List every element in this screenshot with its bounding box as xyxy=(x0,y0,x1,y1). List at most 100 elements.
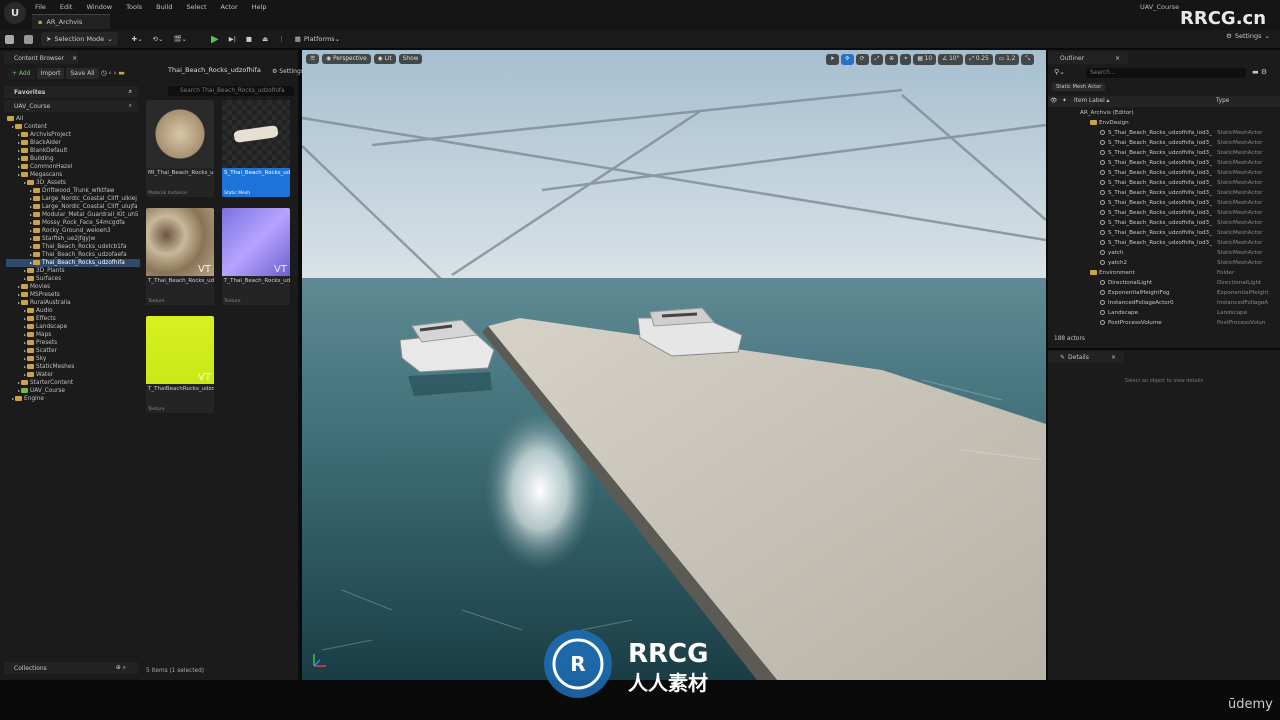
folder-tree-item[interactable]: ▸ Mossy_Rock_Face_S4mcgdfa xyxy=(6,219,140,227)
expand-arrow-icon[interactable]: ▸ xyxy=(30,204,32,209)
outliner-row[interactable]: EnvDesign xyxy=(1048,118,1276,128)
asset-tile[interactable]: MI_Thai_Beach_Rocks_udzofhifa_2K Material… xyxy=(146,100,214,197)
selection-mode-dropdown[interactable]: ➤ Selection Mode ⌄ xyxy=(41,32,118,46)
select-tool-icon[interactable]: ➤ xyxy=(826,54,839,65)
expand-arrow-icon[interactable]: ▸ xyxy=(24,348,26,353)
level-viewport[interactable]: ☰ ◉ Perspective ◉ Lit Show ➤ ✥ ⟳ ⤢ ⊕ ⌖ ▦… xyxy=(302,50,1046,680)
asset-tile[interactable]: VT T_Thai_Beach_Rocks_udzofhifa_2K_D Textu… xyxy=(146,208,214,305)
outliner-row[interactable]: DirectionalLight DirectionalLight xyxy=(1048,278,1276,288)
collections-header[interactable]: Collections ⊕ ⌕ xyxy=(4,662,138,674)
menu-item-help[interactable]: Help xyxy=(245,3,274,11)
expand-arrow-icon[interactable]: ▸ xyxy=(12,396,14,401)
forward-icon[interactable]: › xyxy=(113,69,116,77)
outliner-row[interactable]: S_Thai_Beach_Rocks_udzofhifa_lod3_ Static… xyxy=(1048,198,1276,208)
folder-tree-item[interactable]: ▸ 3D_Plants xyxy=(6,267,140,275)
close-icon[interactable]: × xyxy=(1115,55,1120,62)
play-options-button[interactable]: ⋮ xyxy=(273,32,290,46)
expand-arrow-icon[interactable]: ▸ xyxy=(18,140,20,145)
filter-chip[interactable]: Static Mesh Actor xyxy=(1052,83,1106,91)
item-label-column[interactable]: Item Label ▴ xyxy=(1074,98,1109,104)
expand-arrow-icon[interactable]: ▸ xyxy=(30,228,32,233)
folder-tree-item[interactable]: All xyxy=(6,115,140,123)
folder-tree-item[interactable]: ▸ Surfaces xyxy=(6,275,140,283)
search-icon[interactable]: ⌕ xyxy=(129,88,132,96)
perspective-button[interactable]: ◉ Perspective xyxy=(322,54,371,64)
translate-tool-icon[interactable]: ✥ xyxy=(840,54,854,65)
favorites-header[interactable]: Favorites ⌕ xyxy=(4,86,138,98)
folder-tree-item[interactable]: ▸ ArchvisProject xyxy=(6,131,140,139)
platforms-dropdown[interactable]: ▦ Platforms ⌄ xyxy=(290,32,345,46)
expand-arrow-icon[interactable]: ▸ xyxy=(30,220,32,225)
save-all-button[interactable]: Save All xyxy=(66,67,99,79)
folder-tree-item[interactable]: ▸ BlackAlder xyxy=(6,139,140,147)
project-header[interactable]: UAV_Course ⌕ xyxy=(4,100,138,112)
outliner-row[interactable]: S_Thai_Beach_Rocks_udzofhifa_lod3_ Static… xyxy=(1048,168,1276,178)
outliner-row[interactable]: Environment Folder xyxy=(1048,268,1276,278)
pin-icon[interactable]: ✦ xyxy=(1062,98,1067,104)
expand-arrow-icon[interactable]: ▸ xyxy=(18,284,20,289)
expand-arrow-icon[interactable]: ▸ xyxy=(30,196,32,201)
tab-outliner[interactable]: Outliner × xyxy=(1048,52,1128,64)
asset-tile[interactable]: VT T_Thai_Beach_Rocks_udzofhifa_2K_N Textu… xyxy=(222,208,290,305)
scale-tool-icon[interactable]: ⤢ xyxy=(870,54,884,65)
folder-tree-item[interactable]: ▸ Engine xyxy=(6,395,140,403)
close-icon[interactable]: × xyxy=(1111,354,1116,361)
outliner-row[interactable]: PostProcessVolume PostProcessVolun xyxy=(1048,318,1276,328)
menu-item-build[interactable]: Build xyxy=(149,3,179,11)
expand-arrow-icon[interactable]: ▸ xyxy=(18,300,20,305)
expand-arrow-icon[interactable]: ▸ xyxy=(24,316,26,321)
outliner-row[interactable]: S_Thai_Beach_Rocks_udzofhifa_lod3_ Static… xyxy=(1048,208,1276,218)
folder-tree-item[interactable]: ▸ Effects xyxy=(6,315,140,323)
outliner-row[interactable]: AR_Archvis (Editor) xyxy=(1048,108,1276,118)
rotation-snap-button[interactable]: ∠ 10° xyxy=(938,54,964,65)
document-tab[interactable]: ▪ AR_Archvis xyxy=(32,14,110,29)
expand-arrow-icon[interactable]: ▸ xyxy=(30,244,32,249)
folder-tree-item[interactable]: ▸ StarterContent xyxy=(6,379,140,387)
add-button[interactable]: + Add xyxy=(8,67,35,79)
expand-arrow-icon[interactable]: ▸ xyxy=(18,132,20,137)
folder-tree-item[interactable]: ▸ Thai_Beach_Rocks_udzofhifa xyxy=(6,259,140,267)
folder-tree-item[interactable]: ▸ Large_Nordic_Coastal_Cliff_ulujfa xyxy=(6,203,140,211)
stop-button[interactable]: ■ xyxy=(241,32,257,46)
folder-tree-item[interactable]: ▸ Landscape xyxy=(6,323,140,331)
outliner-row[interactable]: Landscape Landscape xyxy=(1048,308,1276,318)
unreal-logo-icon[interactable]: U xyxy=(4,2,26,24)
expand-arrow-icon[interactable]: ▸ xyxy=(24,356,26,361)
folder-tree-item[interactable]: ▸ Water xyxy=(6,371,140,379)
folder-tree-item[interactable]: ▸ Content xyxy=(6,123,140,131)
outliner-row[interactable]: InstancedFoliageActor0 InstancedFoliageA xyxy=(1048,298,1276,308)
content-icon[interactable] xyxy=(19,32,38,46)
add-collection-icon[interactable]: ⊕ ⌕ xyxy=(116,664,126,672)
step-button[interactable]: ▶︎| xyxy=(224,32,241,46)
tab-content-browser[interactable]: Content Browser × xyxy=(4,52,78,64)
cb-settings-button[interactable]: ⚙ Settings xyxy=(272,68,304,75)
folder-tree-item[interactable]: ▸ BlankDefault xyxy=(6,147,140,155)
history-icon[interactable]: ◷ xyxy=(101,69,107,77)
world-local-icon[interactable]: ⊕ xyxy=(885,54,899,65)
outliner-search-input[interactable]: Search... xyxy=(1086,68,1246,78)
expand-arrow-icon[interactable]: ▸ xyxy=(24,324,26,329)
expand-arrow-icon[interactable]: ▸ xyxy=(18,380,20,385)
path-breadcrumb[interactable]: Thai_Beach_Rocks_udzofhifa xyxy=(168,66,261,74)
sequencer-icon[interactable]: 🎬⌄ xyxy=(168,32,192,46)
expand-arrow-icon[interactable]: ▸ xyxy=(30,236,32,241)
expand-arrow-icon[interactable]: ▸ xyxy=(18,292,20,297)
folder-tree-item[interactable]: ▸ Megascans xyxy=(6,171,140,179)
settings-button[interactable]: ⚙ Settings ⌄ xyxy=(1226,32,1270,40)
outliner-row[interactable]: S_Thai_Beach_Rocks_udzofhifa_lod3_ Static… xyxy=(1048,178,1276,188)
folder-tree-item[interactable]: ▸ CommonHazel xyxy=(6,163,140,171)
outliner-row[interactable]: S_Thai_Beach_Rocks_udzofhifa_lod3_ Static… xyxy=(1048,238,1276,248)
outliner-row[interactable]: S_Thai_Beach_Rocks_udzofhifa_lod3_ Static… xyxy=(1048,218,1276,228)
maximize-icon[interactable]: ⤡ xyxy=(1021,54,1034,65)
expand-arrow-icon[interactable]: ▸ xyxy=(24,372,26,377)
outliner-row[interactable]: S_Thai_Beach_Rocks_udzofhifa_lod3_ Static… xyxy=(1048,228,1276,238)
expand-arrow-icon[interactable]: ▸ xyxy=(30,260,32,265)
camera-speed-button[interactable]: ▭ 1.2 xyxy=(994,54,1020,65)
close-icon[interactable]: × xyxy=(72,55,77,62)
search-icon[interactable]: ⌕ xyxy=(129,102,132,110)
folder-tree-item[interactable]: ▸ Maps xyxy=(6,331,140,339)
outliner-row[interactable]: ExponentialHeightFog ExponentialHeight xyxy=(1048,288,1276,298)
tab-details[interactable]: ✎ Details × xyxy=(1048,351,1124,363)
expand-arrow-icon[interactable]: ▸ xyxy=(30,252,32,257)
folder-tree-item[interactable]: ▸ Driftwood_Trunk_wfktfaw xyxy=(6,187,140,195)
